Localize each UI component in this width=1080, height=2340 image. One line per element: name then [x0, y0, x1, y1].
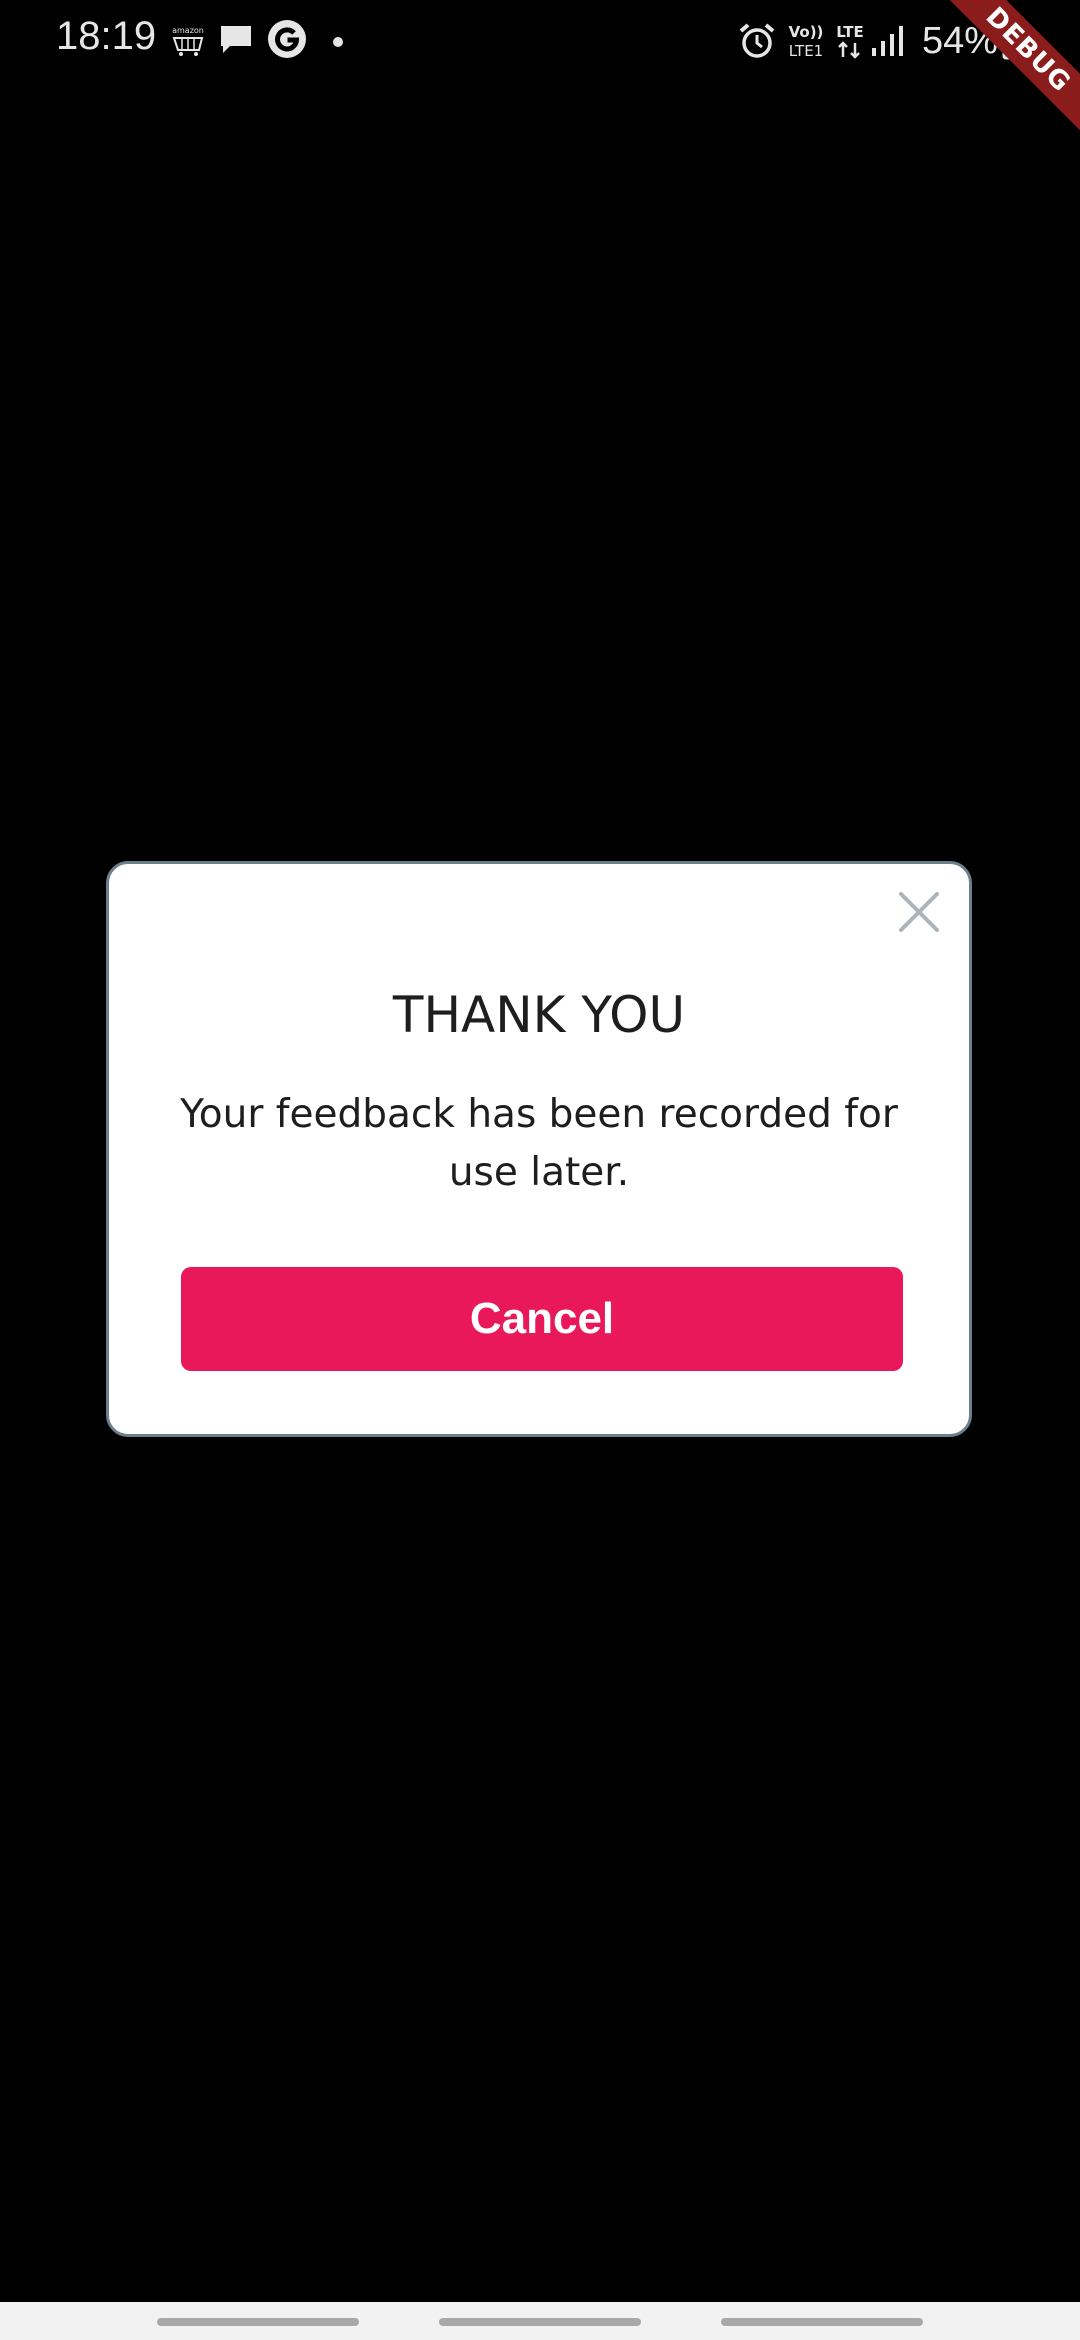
- navigation-bar: [0, 2302, 1080, 2340]
- lte-label: LTE: [836, 23, 864, 41]
- nav-recents-handle[interactable]: [157, 2318, 359, 2326]
- screen: 18:19 amazon Vo)) LTE1 LTE 54% DEBUG THA…: [0, 0, 1080, 2340]
- status-time: 18:19: [56, 14, 157, 58]
- message-icon: [221, 26, 251, 53]
- nav-back-handle[interactable]: [721, 2318, 923, 2326]
- volte-icon: Vo)) LTE1: [789, 23, 824, 60]
- signal-icon: [872, 26, 903, 56]
- lte-data-icon: LTE: [836, 23, 864, 59]
- dialog-title: THANK YOU: [392, 986, 686, 1044]
- nav-home-handle[interactable]: [439, 2318, 641, 2326]
- google-icon: [268, 20, 306, 58]
- lte1-label: LTE1: [789, 42, 823, 60]
- alarm-icon: [739, 23, 775, 58]
- status-bar: 18:19 amazon Vo)) LTE1 LTE 54%: [0, 0, 1080, 84]
- cancel-button[interactable]: Cancel: [181, 1267, 903, 1371]
- thank-you-dialog: THANK YOU Your feedback has been recorde…: [106, 861, 972, 1437]
- amazon-icon-label: amazon: [172, 26, 204, 35]
- close-button[interactable]: [895, 888, 943, 936]
- amazon-shopping-icon: amazon: [172, 26, 204, 56]
- dialog-message: Your feedback has been recorded for use …: [180, 1092, 898, 1195]
- close-icon: [899, 892, 939, 932]
- volte-label: Vo)): [789, 23, 824, 41]
- notification-dot-icon: [333, 37, 343, 47]
